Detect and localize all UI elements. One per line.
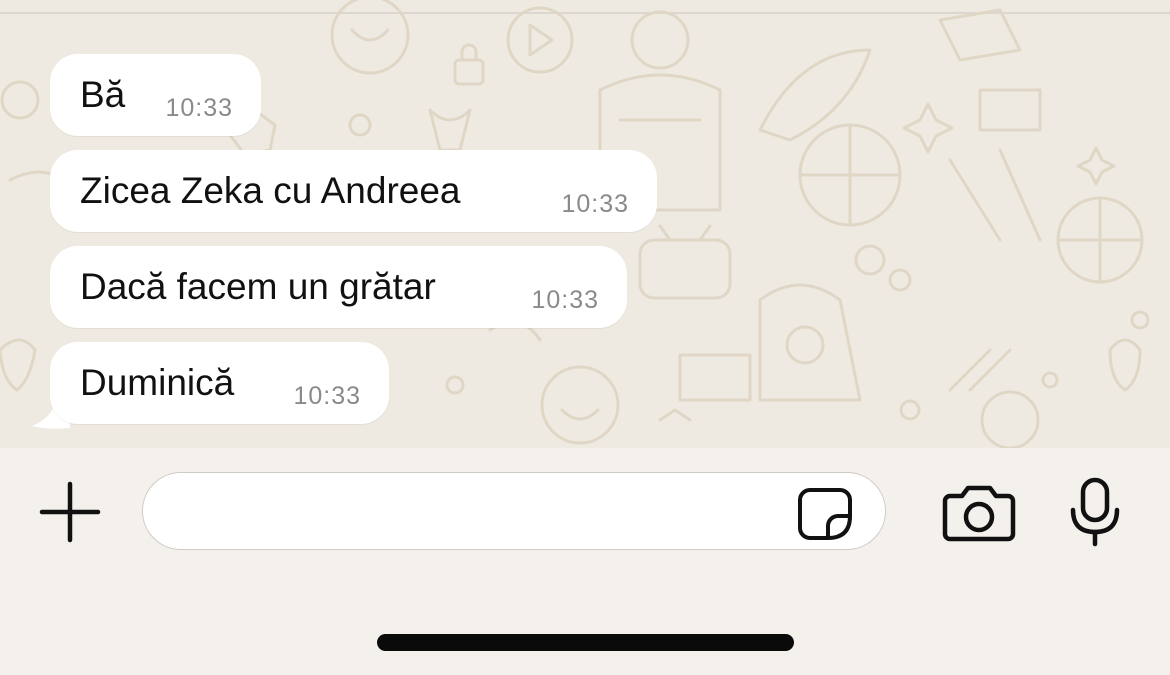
plus-icon[interactable] bbox=[38, 480, 102, 544]
message-input[interactable] bbox=[142, 472, 886, 550]
message-text: Bă bbox=[80, 74, 126, 115]
message-text: Zicea Zeka cu Andreea bbox=[80, 170, 461, 211]
message-bubble[interactable]: Dacă facem un grătar 10:33 bbox=[50, 246, 627, 328]
chat-area: Bă 10:33 Zicea Zeka cu Andreea 10:33 Dac… bbox=[0, 0, 1170, 448]
message-text: Dacă facem un grătar bbox=[80, 266, 436, 307]
message-timestamp: 10:33 bbox=[293, 382, 361, 410]
microphone-icon[interactable] bbox=[1068, 476, 1122, 548]
message-text: Duminică bbox=[80, 362, 235, 403]
message-bubble[interactable]: Duminică 10:33 bbox=[50, 342, 389, 424]
message-timestamp: 10:33 bbox=[165, 94, 233, 122]
message-bubble[interactable]: Zicea Zeka cu Andreea 10:33 bbox=[50, 150, 657, 232]
message-timestamp: 10:33 bbox=[561, 190, 629, 218]
message-timestamp: 10:33 bbox=[531, 286, 599, 314]
message-bubble[interactable]: Bă 10:33 bbox=[50, 54, 261, 136]
sticker-icon[interactable] bbox=[796, 486, 854, 542]
home-indicator[interactable] bbox=[377, 634, 794, 651]
camera-icon[interactable] bbox=[942, 484, 1016, 542]
